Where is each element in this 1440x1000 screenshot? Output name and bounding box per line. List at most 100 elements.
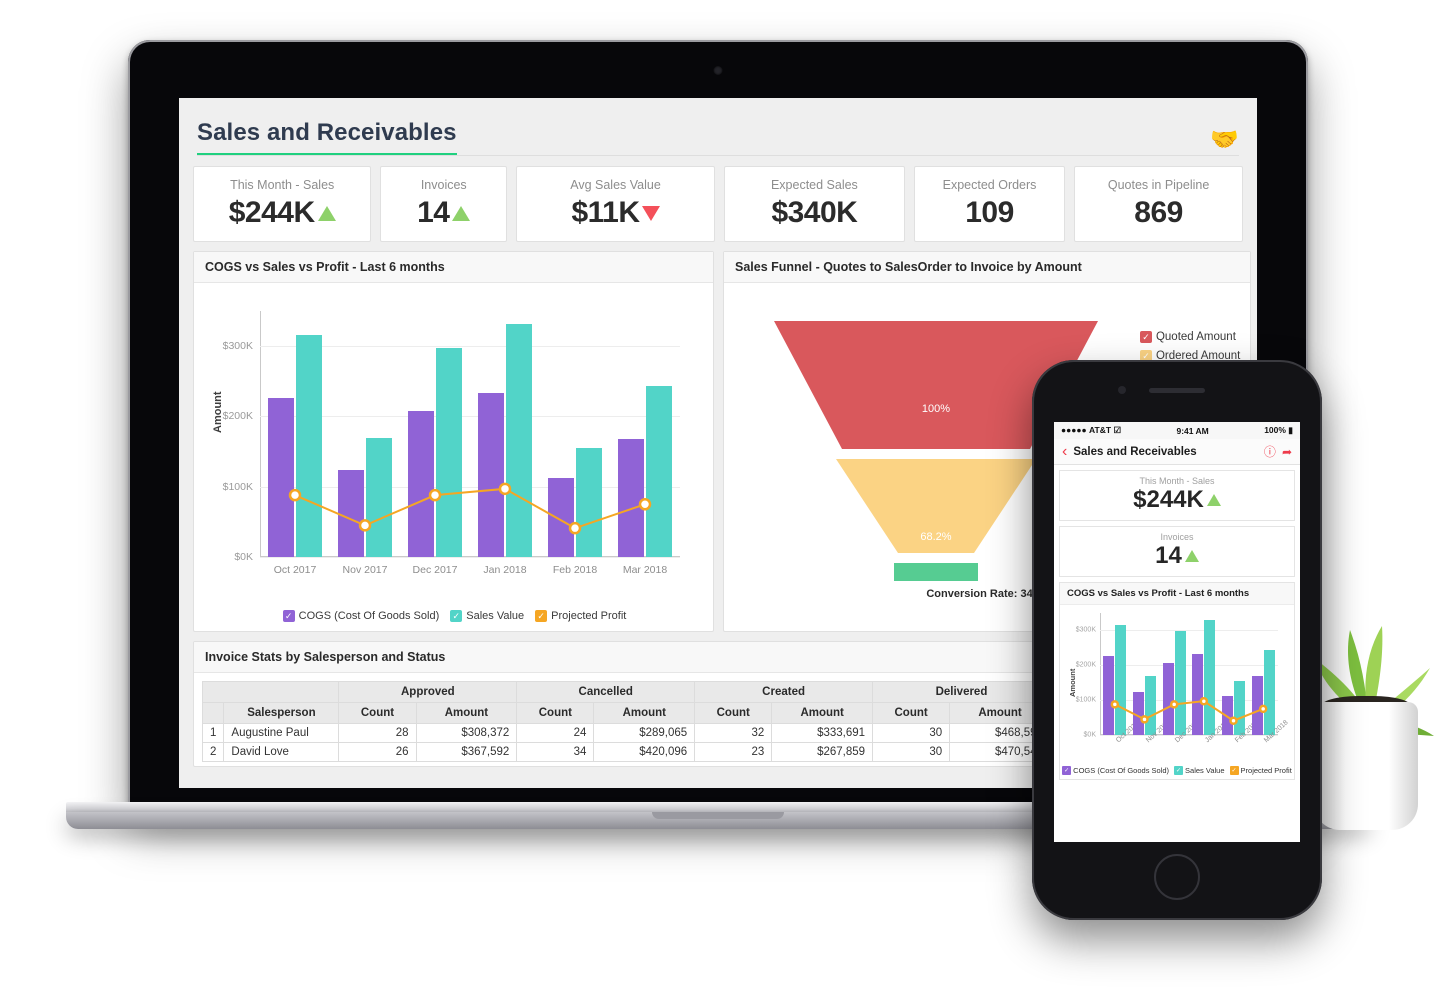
bar-chart-plot: $0K $100K $200K $300K Oct 2017 Nov 2017 Dec 2… [223,311,680,576]
profit-data-point[interactable] [638,498,652,511]
funnel-chart-title: Sales Funnel - Quotes to SalesOrder to I… [724,252,1250,283]
kpi-label: Quotes in Pipeline [1107,178,1210,192]
table-sub-header[interactable]: Count [516,702,595,724]
kpi-number: $244K [228,196,315,229]
y-axis-tick: $0K [234,551,253,563]
kpi-row: This Month - Sales $244K Invoices 14 Avg… [193,166,1243,242]
phone-screen: ●●●●● AT&T ☑ 9:41 AM 100% ▮ ‹ Sales and … [1054,422,1300,842]
phone-battery: 100% ▮ [1264,425,1293,435]
phone-kpi-value: $244K [1060,486,1294,514]
phone-legend-item[interactable]: ✓ Sales Value [1174,766,1225,775]
page-title: Sales and Receivables [197,119,457,156]
table-salesperson-header[interactable]: Salesperson [223,702,340,724]
phone-kpi-card-invoices[interactable]: Invoices 14 [1059,526,1295,577]
legend-checkbox-icon[interactable]: ✓ [1062,766,1072,775]
legend-item[interactable]: ✓ Sales Value [450,610,524,622]
kpi-number: $340K [771,196,858,229]
kpi-card-this-month-sales[interactable]: This Month - Sales $244K [193,166,372,242]
phone-status-bar: ●●●●● AT&T ☑ 9:41 AM 100% ▮ [1054,422,1300,439]
kpi-label: Avg Sales Value [570,178,661,192]
kpi-card-expected-orders[interactable]: Expected Orders 109 [913,166,1066,242]
table-sub-header[interactable]: Count [872,702,951,724]
legend-checkbox-icon[interactable]: ✓ [450,610,463,622]
projected-profit-line [288,482,652,535]
kpi-value: $340K [771,196,857,230]
chevron-left-icon[interactable]: ‹ [1062,443,1067,460]
table-group-header[interactable]: Delivered [872,681,1051,703]
profit-data-point[interactable] [1229,716,1238,725]
table-row-number: 2 [201,742,225,762]
kpi-label: Expected Sales [770,178,858,192]
phone-y-tick: $200K [1075,661,1096,669]
bar-chart-area: Amount $0K $100K $200K $300K Oct 2017 Nov 20… [194,283,715,631]
phone-kpi-label: Invoices [1160,532,1194,542]
profit-data-point[interactable] [288,488,302,502]
legend-label: Projected Profit [551,610,627,622]
phone-kpi-value: 14 [1060,542,1294,570]
table-cell: 23 [694,742,773,762]
phone-chart-plot-area: Amount $0K $100K $200K $300K Oct 2017 Nov 20… [1060,605,1296,763]
kpi-number: 14 [417,196,450,229]
phone-home-button[interactable] [1154,854,1200,900]
legend-checkbox-icon[interactable]: ✓ [535,610,548,622]
funnel-percent-invoiced: 50.1% [920,608,952,620]
bar-chart-title: COGS vs Sales vs Profit - Last 6 months [194,252,713,283]
table-sub-header[interactable]: Amount [593,702,696,724]
funnel-stage-invoiced[interactable] [894,563,978,581]
table-group-header[interactable]: Approved [338,681,518,703]
plant-pot [1314,702,1418,830]
table-group-header[interactable]: Cancelled [516,681,696,703]
screenshot-stage: Sales and Receivables 🤝 This Month - Sal… [0,0,1440,1000]
phone-kpi-number: 14 [1155,542,1182,569]
profit-data-point[interactable] [1258,704,1268,714]
table-sub-header[interactable]: Count [338,702,417,724]
phone-chart-y-label: Amount [1068,668,1077,697]
trend-up-icon [1206,494,1221,506]
profit-data-point[interactable] [1199,696,1209,706]
table-sub-header[interactable]: Amount [415,702,518,724]
legend-item[interactable]: ✓ Projected Profit [535,610,626,622]
phone-legend-item[interactable]: ✓ COGS (Cost Of Goods Sold) [1062,766,1169,775]
trend-up-icon [452,205,471,221]
legend-checkbox-icon[interactable]: ✓ [1229,766,1239,775]
profit-data-point[interactable] [568,521,582,535]
x-axis-tick: Dec 2017 [412,564,458,576]
kpi-value: $244K [229,196,336,230]
phone-kpi-card-this-month-sales[interactable]: This Month - Sales $244K [1059,470,1295,521]
share-icon[interactable]: ➦ [1282,445,1292,459]
funnel-legend-item[interactable]: ✓ Quoted Amount [1139,331,1241,343]
header-divider [197,155,1239,156]
legend-checkbox-icon[interactable]: ✓ [1139,331,1152,343]
phone-legend-item[interactable]: ✓ Projected Profit [1229,766,1292,775]
profit-data-point[interactable] [1140,715,1149,724]
bar-chart-panel: COGS vs Sales vs Profit - Last 6 months … [193,251,714,632]
phone-y-tick: $100K [1075,696,1096,704]
funnel-percent-ordered: 68.2% [920,531,952,543]
kpi-label: This Month - Sales [230,178,335,192]
table-cell: $333,691 [771,723,874,743]
profit-data-point[interactable] [498,482,512,496]
profit-data-point[interactable] [1110,700,1120,709]
kpi-value: $11K [571,196,660,230]
profit-data-point[interactable] [358,519,372,532]
kpi-value: 869 [1134,196,1183,230]
x-axis-tick: Mar 2018 [622,564,668,576]
table-group-header[interactable]: Created [694,681,874,703]
kpi-card-invoices[interactable]: Invoices 14 [380,166,508,242]
kpi-card-expected-sales[interactable]: Expected Sales $340K [723,166,905,242]
kpi-card-avg-sales-value[interactable]: Avg Sales Value $11K [516,166,715,242]
phone-nav-bar: ‹ Sales and Receivables ⓘ ➦ [1054,439,1300,465]
legend-item[interactable]: ✓ COGS (Cost Of Goods Sold) [282,610,439,622]
table-sub-header[interactable]: Count [694,702,773,724]
table-sub-header[interactable]: Amount [771,702,874,724]
legend-checkbox-icon[interactable]: ✓ [1174,766,1184,775]
phone-kpi-number: $244K [1133,486,1204,513]
legend-label: Quoted Amount [1155,331,1236,343]
profit-data-point[interactable] [428,488,442,502]
legend-checkbox-icon[interactable]: ✓ [282,610,295,622]
phone-carrier: ●●●●● AT&T ☑ [1061,425,1122,435]
profit-data-point[interactable] [1169,700,1179,709]
kpi-card-quotes-in-pipeline[interactable]: Quotes in Pipeline 869 [1074,166,1243,242]
x-axis-tick: Oct 2017 [273,564,317,576]
info-icon[interactable]: ⓘ [1264,443,1276,460]
